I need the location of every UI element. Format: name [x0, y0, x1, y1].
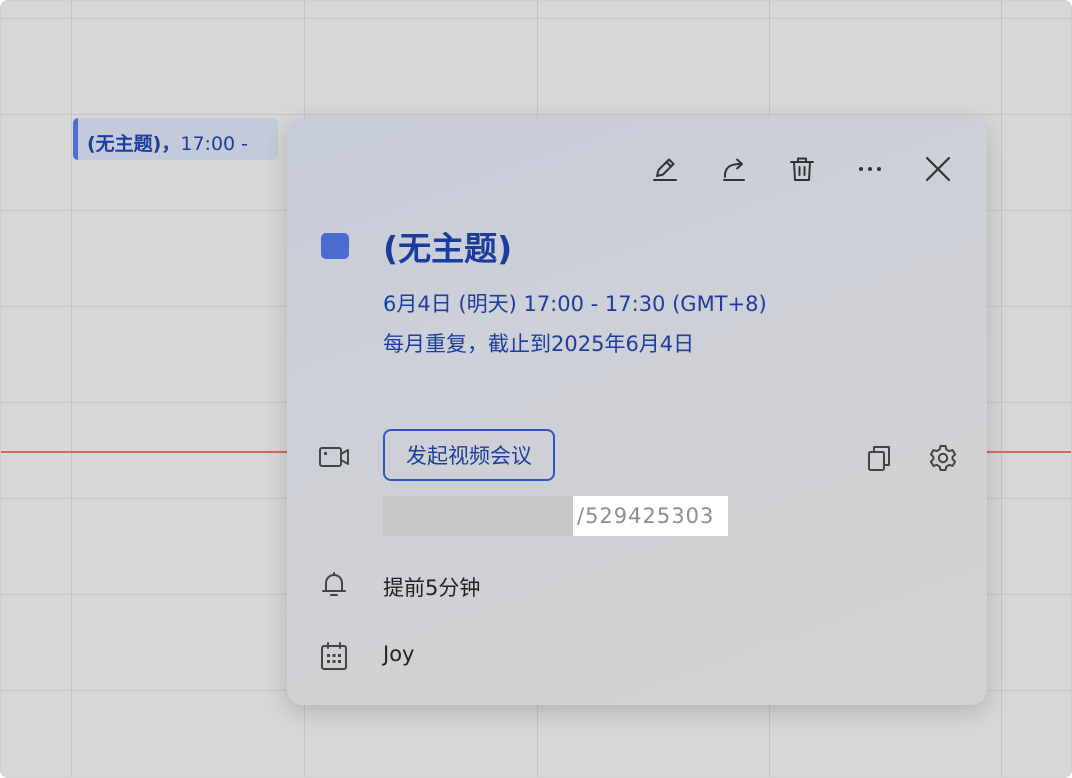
start-video-meeting-button[interactable]: 发起视频会议 — [383, 429, 555, 481]
grid-column-divider — [71, 1, 72, 777]
video-camera-icon — [317, 440, 351, 474]
edit-button[interactable] — [645, 149, 685, 189]
calendar-owner-label: Joy — [383, 642, 415, 666]
share-icon — [723, 158, 745, 181]
event-chip-label: (无主题)，17:00 - — [87, 129, 248, 156]
event-datetime: 6月4日 (明天) 17:00 - 17:30 (GMT+8) — [383, 292, 767, 316]
calendar-window: (无主题)，17:00 - (无主题) 6月4日 (明天) 17:00 - 17… — [0, 0, 1072, 778]
copy-button[interactable] — [861, 440, 897, 476]
event-chip-title: (无主题)， — [87, 133, 181, 155]
grid-column-divider — [1001, 1, 1002, 777]
pencil-icon — [653, 158, 677, 181]
event-color-swatch — [321, 233, 349, 259]
delete-button[interactable] — [782, 149, 822, 189]
calendar-icon — [317, 639, 351, 673]
share-button[interactable] — [714, 149, 754, 189]
meeting-link-redacted — [383, 496, 573, 536]
trash-icon — [790, 157, 814, 181]
close-icon — [925, 156, 951, 182]
grid-row-divider — [1, 18, 1071, 19]
gear-icon — [929, 445, 957, 471]
copy-icon — [868, 446, 890, 471]
grid-row-divider — [1, 114, 1071, 115]
event-detail-popover: (无主题) 6月4日 (明天) 17:00 - 17:30 (GMT+8) 每月… — [287, 118, 987, 705]
meeting-settings-button[interactable] — [925, 440, 961, 476]
reminder-label: 提前5分钟 — [383, 576, 481, 600]
calendar-event-chip[interactable]: (无主题)，17:00 - — [73, 118, 278, 160]
meeting-link[interactable]: /529425303 — [383, 496, 729, 536]
event-color-bar — [73, 118, 78, 160]
event-chip-time: 17:00 - — [180, 133, 249, 155]
event-title: (无主题) — [383, 229, 513, 268]
bell-icon — [317, 568, 351, 602]
ellipsis-icon — [859, 167, 881, 171]
close-button[interactable] — [918, 149, 958, 189]
meeting-link-id: /529425303 — [573, 496, 729, 536]
more-button[interactable] — [850, 149, 890, 189]
event-recurrence: 每月重复，截止到2025年6月4日 — [383, 332, 695, 356]
